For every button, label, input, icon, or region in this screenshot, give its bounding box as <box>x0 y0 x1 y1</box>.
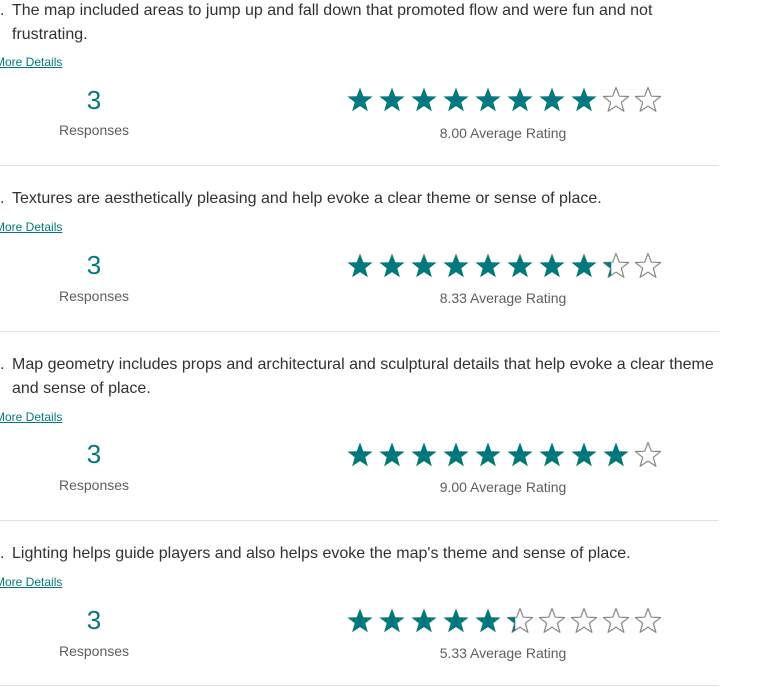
star-filled-icon <box>379 608 405 633</box>
star-rating <box>346 441 666 471</box>
star-filled-icon <box>411 442 437 467</box>
star-empty-icon <box>634 86 662 112</box>
star-rating <box>346 252 666 282</box>
star-filled-icon <box>475 442 501 467</box>
question-text: Textures are aesthetically pleasing and … <box>12 190 602 207</box>
question-number: . <box>0 2 5 19</box>
average-rating-label: 8.00 Average Rating <box>439 125 567 141</box>
star-empty-icon <box>634 441 662 467</box>
star-filled-icon <box>443 253 469 278</box>
star-empty-icon <box>570 607 598 633</box>
star-filled-icon <box>603 442 629 467</box>
question-text: The map included areas to jump up and fa… <box>12 2 653 43</box>
average-rating-label: 8.33 Average Rating <box>439 290 567 306</box>
star-filled-icon <box>443 608 469 633</box>
average-rating-label: 5.33 Average Rating <box>439 645 567 661</box>
star-filled-icon <box>475 253 501 278</box>
response-count: 3 <box>86 250 102 280</box>
star-filled-icon <box>571 253 597 278</box>
star-filled-icon <box>347 87 373 112</box>
question-number: . <box>0 545 5 562</box>
question-card: . Lighting helps guide players and also … <box>0 521 719 686</box>
star-half-icon <box>602 252 630 278</box>
star-filled-icon <box>379 442 405 467</box>
responses-label: Responses <box>58 477 130 493</box>
star-filled-icon <box>347 442 373 467</box>
star-filled-icon <box>539 87 565 112</box>
average-rating-label: 9.00 Average Rating <box>439 479 567 495</box>
star-filled-icon <box>443 442 469 467</box>
more-details-link[interactable]: More Details <box>0 410 62 424</box>
question-number: . <box>0 190 5 207</box>
star-filled-icon <box>443 87 469 112</box>
more-details-link[interactable]: More Details <box>0 575 62 589</box>
star-filled-icon <box>347 253 373 278</box>
star-half-icon <box>506 607 534 633</box>
question-number: . <box>0 356 5 373</box>
question-card: . Textures are aesthetically pleasing an… <box>0 166 719 332</box>
star-filled-icon <box>379 253 405 278</box>
survey-results-page: . The map included areas to jump up and … <box>0 0 763 690</box>
star-filled-icon <box>475 608 501 633</box>
response-count: 3 <box>86 605 102 635</box>
star-filled-icon <box>507 442 533 467</box>
star-filled-icon <box>347 608 373 633</box>
question-text: Lighting helps guide players and also he… <box>12 545 631 562</box>
star-filled-icon <box>539 253 565 278</box>
star-filled-icon <box>411 87 437 112</box>
star-empty-icon <box>602 86 630 112</box>
question-text: Map geometry includes props and architec… <box>12 356 714 397</box>
more-details-link[interactable]: More Details <box>0 55 62 69</box>
star-filled-icon <box>571 442 597 467</box>
question-card: . Map geometry includes props and archit… <box>0 332 719 521</box>
responses-label: Responses <box>58 643 130 659</box>
star-rating <box>346 86 666 116</box>
star-empty-icon <box>634 607 662 633</box>
star-filled-icon <box>507 87 533 112</box>
response-count: 3 <box>86 439 102 469</box>
star-empty-icon <box>602 607 630 633</box>
question-card: . The map included areas to jump up and … <box>0 0 719 166</box>
more-details-link[interactable]: More Details <box>0 220 62 234</box>
star-filled-icon <box>507 253 533 278</box>
star-rating <box>346 607 666 637</box>
star-empty-icon <box>538 607 566 633</box>
responses-label: Responses <box>58 122 130 138</box>
response-count: 3 <box>86 85 102 115</box>
star-filled-icon <box>379 87 405 112</box>
responses-label: Responses <box>58 288 130 304</box>
star-filled-icon <box>411 608 437 633</box>
star-filled-icon <box>411 253 437 278</box>
star-filled-icon <box>539 442 565 467</box>
star-filled-icon <box>571 87 597 112</box>
star-filled-icon <box>475 87 501 112</box>
star-empty-icon <box>634 252 662 278</box>
